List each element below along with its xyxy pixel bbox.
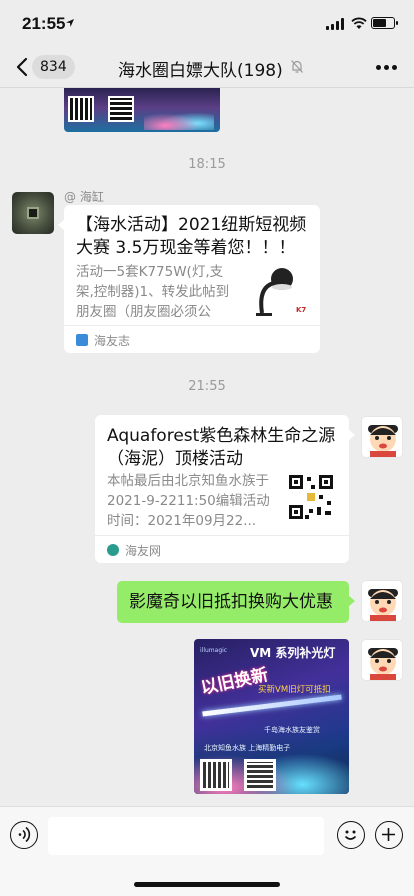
avatar[interactable] [12, 192, 54, 234]
emoji-icon[interactable] [337, 821, 365, 849]
qr-code [244, 759, 276, 791]
chat-screen: 21:55 834 海水圈白嫖大队(198) 18:15 @ 海缸 【海水活动】… [0, 0, 414, 896]
link-card-source: 海友网 [125, 544, 162, 558]
poster-headline: VM 系列补光灯 [250, 646, 336, 660]
wifi-icon [351, 17, 367, 29]
location-arrow-icon [66, 19, 74, 27]
home-indicator [134, 882, 280, 887]
link-card-title: 【海水活动】2021纽斯短视频大赛 3.5万现金等着您！！！ [76, 215, 307, 258]
message-text: 影魔奇以旧抵扣换购大优惠 [129, 592, 333, 612]
text-message-bubble[interactable]: 影魔奇以旧抵扣换购大优惠 [117, 581, 355, 623]
qr-code [200, 759, 232, 791]
avatar[interactable] [361, 416, 403, 458]
image-message[interactable]: illumagic VM 系列补光灯 以旧换新 买新VM旧灯可抵扣 千岛海水族友… [194, 639, 349, 794]
chat-title: 海水圈白嫖大队(198) [118, 61, 283, 81]
chat-header: 834 海水圈白嫖大队(198) [0, 46, 414, 88]
more-dots-icon[interactable] [376, 65, 398, 71]
poster-brand: illumagic [200, 647, 228, 654]
avatar[interactable] [361, 639, 403, 681]
avatar[interactable] [361, 580, 403, 622]
link-card-footer: 海友志 [64, 325, 320, 353]
light-bar-graphic [202, 694, 342, 717]
link-card-description: 本帖最后由北京知鱼水族于2021-9-2211:50编辑活动时间：2021年09… [107, 473, 270, 529]
qr-code-thumbnail [287, 473, 335, 521]
source-logo-icon [107, 544, 119, 556]
link-card[interactable]: Aquaforest紫色森林生命之源（海泥）顶楼活动 本帖最后由北京知鱼水族于2… [95, 415, 355, 563]
battery-icon [371, 17, 398, 29]
status-bar: 21:55 [0, 0, 414, 46]
signal-icon [326, 18, 344, 30]
unread-count-badge[interactable]: 834 [32, 55, 75, 79]
bell-off-icon [291, 60, 303, 73]
svg-text:K7: K7 [296, 306, 306, 314]
link-card[interactable]: 【海水活动】2021纽斯短视频大赛 3.5万现金等着您！！！ 活动一5套K775… [58, 205, 320, 353]
message-input[interactable] [48, 817, 324, 855]
voice-icon[interactable] [10, 821, 38, 849]
poster-line: 千岛海水族友鉴赏 [264, 726, 320, 734]
timestamp: 21:55 [188, 379, 226, 394]
source-logo-icon [76, 334, 88, 346]
poster-line: 北京知鱼水族 上海精勤电子 [204, 744, 291, 752]
plus-icon[interactable] [375, 821, 403, 849]
link-card-description: 活动一5套K775W(灯,支架,控制器)1、转发此帖到朋友圈（朋友圈必须公开..… [76, 264, 230, 320]
link-card-footer: 海友网 [95, 535, 349, 563]
sender-name: @ 海缸 [64, 190, 104, 204]
link-card-thumbnail: K7 [252, 265, 308, 321]
previous-image-message[interactable] [64, 88, 220, 132]
message-list[interactable]: 18:15 @ 海缸 【海水活动】2021纽斯短视频大赛 3.5万现金等着您！！… [0, 88, 414, 806]
link-card-title: Aquaforest紫色森林生命之源（海泥）顶楼活动 [107, 426, 336, 469]
status-time: 21:55 [22, 14, 66, 33]
link-card-source: 海友志 [94, 334, 131, 348]
timestamp: 18:15 [188, 157, 226, 172]
poster-sub-text: 买新VM旧灯可抵扣 [258, 685, 331, 695]
